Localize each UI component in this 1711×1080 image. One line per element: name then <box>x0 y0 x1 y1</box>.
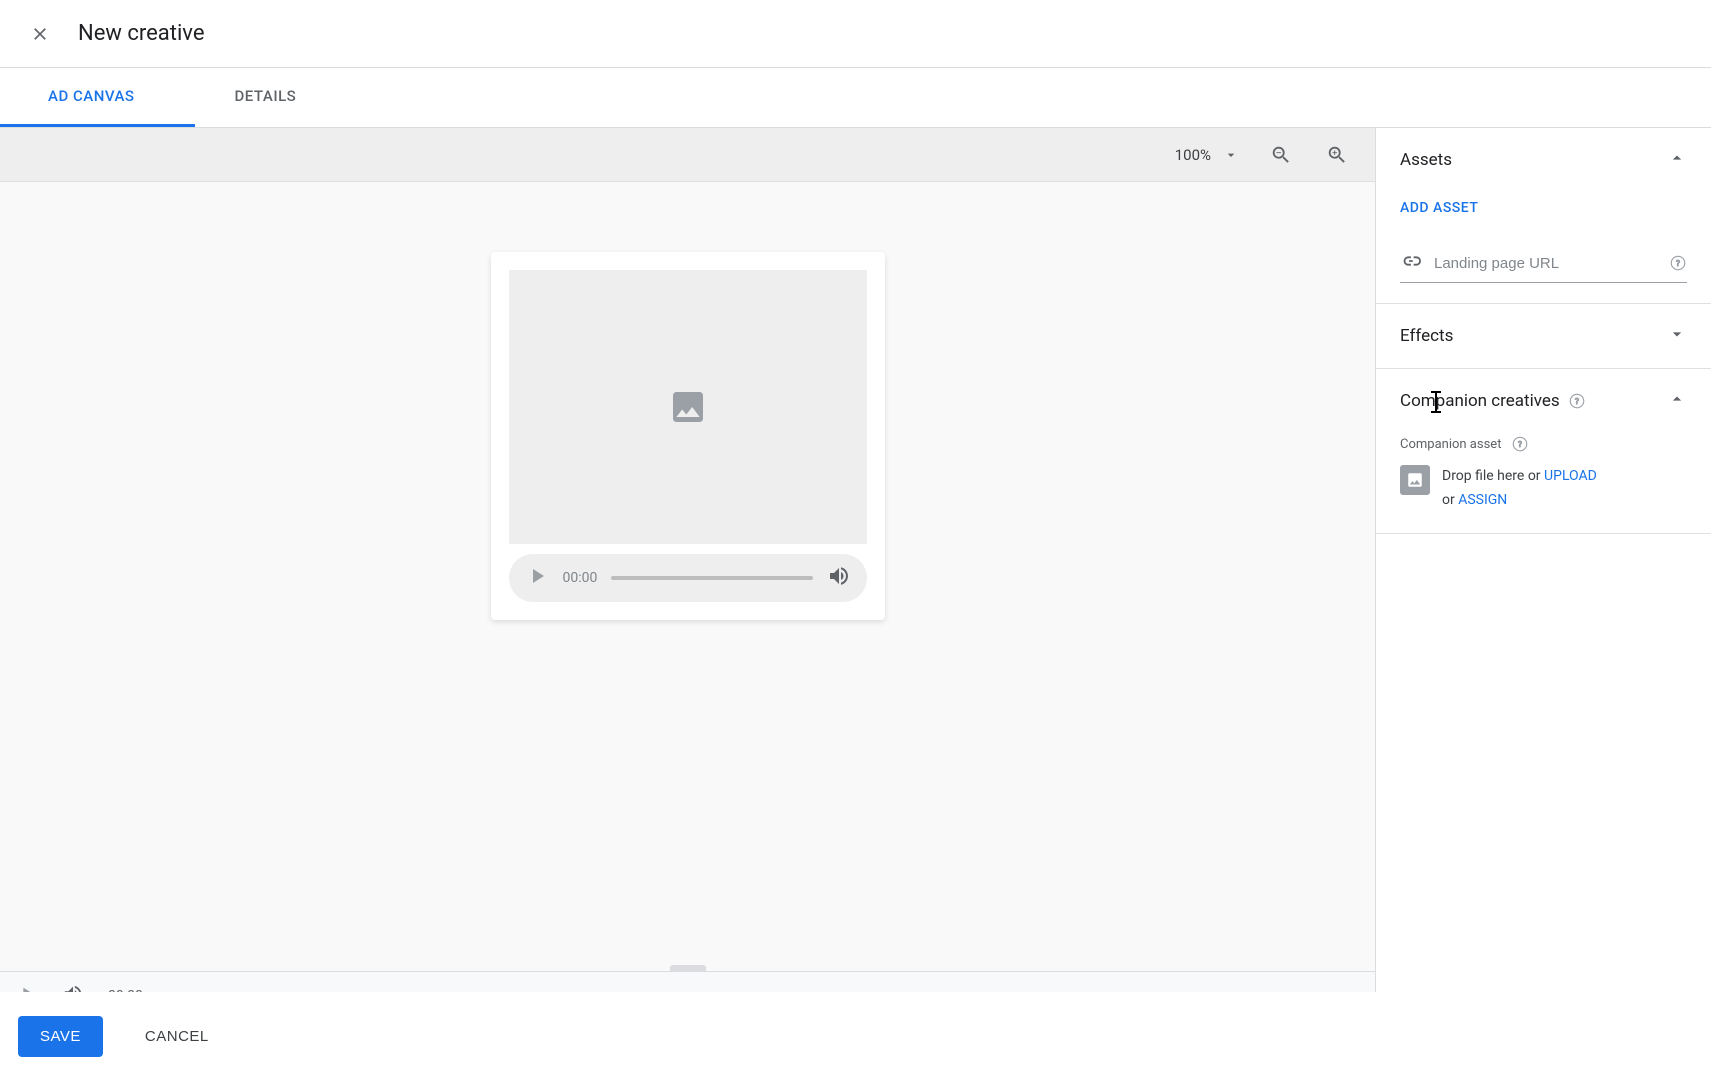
cancel-button[interactable]: CANCEL <box>123 1016 231 1057</box>
panel-effects-title: Effects <box>1400 326 1453 346</box>
tab-details[interactable]: DETAILS <box>195 68 337 127</box>
panel-companion-header[interactable]: Companion creatives ? <box>1400 389 1687 413</box>
panel-assets: Assets ADD ASSET ? <box>1376 128 1711 304</box>
zoom-in-icon <box>1326 144 1348 166</box>
svg-text:?: ? <box>1519 440 1523 450</box>
chevron-down-icon <box>1667 324 1687 344</box>
save-button[interactable]: SAVE <box>18 1016 103 1057</box>
zoom-dropdown[interactable]: 100% <box>1175 146 1239 164</box>
side-panel: Assets ADD ASSET ? Effects <box>1375 128 1711 1080</box>
footer-actions: SAVE CANCEL <box>0 992 1711 1080</box>
tab-ad-canvas[interactable]: AD CANVAS <box>0 68 195 127</box>
close-button[interactable] <box>20 14 60 54</box>
play-button[interactable] <box>525 564 549 592</box>
volume-button[interactable] <box>827 564 851 592</box>
add-asset-button[interactable]: ADD ASSET <box>1400 200 1687 216</box>
chevron-up-icon <box>1667 148 1687 168</box>
stage-resize-handle[interactable] <box>670 965 706 971</box>
svg-text:?: ? <box>1575 397 1579 407</box>
svg-text:?: ? <box>1676 259 1680 269</box>
upload-link[interactable]: UPLOAD <box>1544 468 1597 484</box>
help-icon[interactable]: ? <box>1511 435 1529 453</box>
app-header: New creative <box>0 0 1711 68</box>
panel-effects-header[interactable]: Effects <box>1400 324 1687 348</box>
panel-effects: Effects <box>1376 304 1711 369</box>
player-progress[interactable] <box>611 576 812 580</box>
play-icon <box>525 564 549 588</box>
panel-assets-header[interactable]: Assets <box>1400 148 1687 172</box>
link-icon <box>1400 250 1422 276</box>
canvas-toolbar: 100% <box>0 128 1375 182</box>
assign-link[interactable]: ASSIGN <box>1458 492 1507 508</box>
player-time: 00:00 <box>563 570 598 586</box>
tab-bar: AD CANVAS DETAILS <box>0 68 1711 128</box>
caret-down-icon <box>1223 147 1239 163</box>
image-thumb-icon <box>1400 465 1430 495</box>
panel-companion: Companion creatives ? Companion asset ? <box>1376 369 1711 534</box>
chevron-up-icon <box>1667 389 1687 409</box>
zoom-out-icon <box>1270 144 1292 166</box>
companion-dropzone[interactable]: Drop file here or UPLOAD or ASSIGN <box>1400 465 1687 513</box>
help-icon[interactable]: ? <box>1669 254 1687 272</box>
panel-assets-title: Assets <box>1400 150 1452 170</box>
canvas-stage[interactable]: 00:00 <box>0 182 1375 971</box>
zoom-value: 100% <box>1175 146 1211 164</box>
creative-preview-card: 00:00 <box>491 252 885 620</box>
panel-companion-title: Companion creatives <box>1400 391 1560 411</box>
companion-drop-text: Drop file here or UPLOAD or ASSIGN <box>1442 465 1597 513</box>
page-title: New creative <box>78 21 204 46</box>
creative-media-placeholder[interactable] <box>509 270 867 544</box>
zoom-in-button[interactable] <box>1323 141 1351 169</box>
companion-asset-label: Companion asset <box>1400 437 1501 452</box>
landing-url-input[interactable] <box>1434 255 1657 272</box>
landing-url-row: ? <box>1400 250 1687 283</box>
close-icon <box>30 24 50 44</box>
image-placeholder-icon <box>668 387 708 427</box>
help-icon[interactable]: ? <box>1568 392 1586 410</box>
companion-asset-label-row: Companion asset ? <box>1400 435 1687 453</box>
volume-icon <box>827 564 851 588</box>
zoom-out-button[interactable] <box>1267 141 1295 169</box>
creative-player-controls: 00:00 <box>509 554 867 602</box>
